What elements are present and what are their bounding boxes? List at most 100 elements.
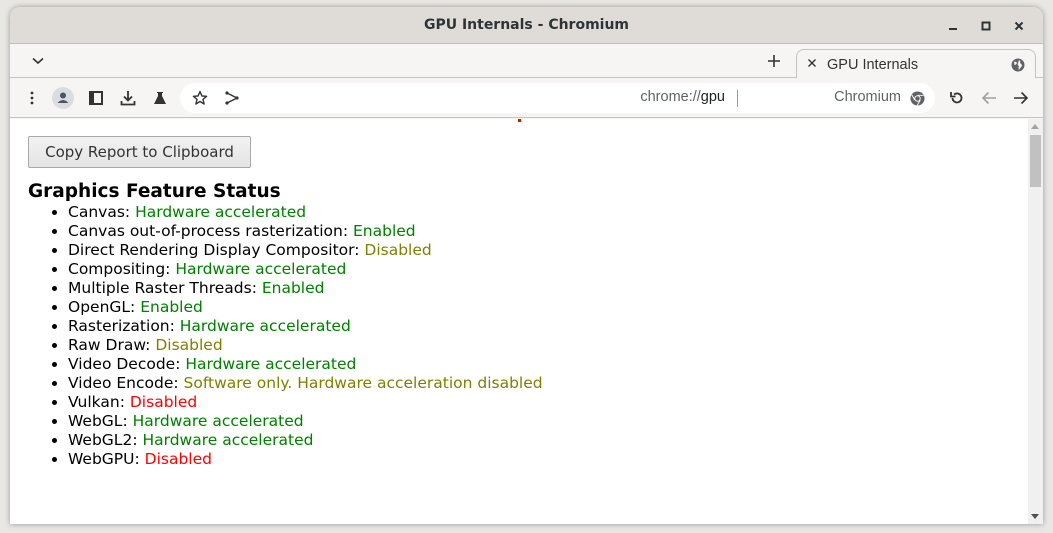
maximize-icon — [981, 21, 990, 30]
tab-strip: GPU Internals — [10, 44, 1043, 79]
feature-name: Compositing — [68, 260, 166, 278]
tab-search-button[interactable] — [26, 49, 50, 73]
feature-status: Disabled — [155, 336, 223, 354]
feature-name: Vulkan — [68, 393, 120, 411]
omnibox-label: Chromium — [834, 89, 901, 105]
back-icon — [981, 91, 996, 105]
feature-item: Video Decode: Hardware accelerated — [68, 355, 543, 374]
close-icon — [808, 59, 816, 67]
browser-window: GPU Internals - Chromium GPU Internals c… — [10, 7, 1043, 524]
profile-icon — [52, 87, 74, 109]
minimize-icon — [948, 27, 957, 30]
vertical-scrollbar[interactable] — [1028, 119, 1043, 524]
feature-name: Canvas out-of-process rasterization — [68, 222, 343, 240]
feature-name: OpenGL — [68, 298, 131, 316]
feature-separator: : — [119, 393, 130, 411]
feature-item: Video Encode: Software only. Hardware ac… — [68, 374, 543, 393]
feature-separator: : — [124, 203, 136, 221]
minimize-button[interactable] — [936, 14, 969, 38]
feature-separator: : — [122, 412, 133, 430]
plus-icon — [768, 55, 780, 67]
feature-separator: : — [130, 298, 141, 316]
labs-button[interactable] — [148, 86, 172, 110]
url-host: gpu — [700, 89, 725, 105]
feature-name: Canvas — [68, 203, 125, 221]
forward-icon — [1014, 91, 1029, 105]
url-scheme: chrome:// — [640, 89, 701, 105]
feature-status: Enabled — [352, 222, 416, 240]
page-content: Copy Report to Clipboard Graphics Featur… — [10, 119, 1043, 524]
feature-item: WebGPU: Disabled — [68, 450, 543, 469]
labs-flask-icon — [154, 92, 166, 104]
feature-name: Direct Rendering Display Compositor — [68, 241, 355, 259]
feature-separator: : — [134, 450, 145, 468]
menu-dots-icon — [30, 91, 34, 105]
feature-name: Multiple Raster Threads — [68, 279, 252, 297]
feature-separator: : — [169, 317, 180, 335]
forward-button[interactable] — [1009, 86, 1033, 110]
feature-item: Compositing: Hardware accelerated — [68, 260, 543, 279]
chevron-down-icon — [32, 57, 44, 65]
downloads-button[interactable] — [116, 86, 140, 110]
url-text[interactable]: chrome://gpu — [640, 89, 725, 105]
feature-status: Hardware accelerated — [179, 317, 351, 335]
feature-status: Disabled — [364, 241, 432, 259]
copy-report-button[interactable]: Copy Report to Clipboard — [28, 136, 251, 168]
tab-close-button[interactable] — [807, 57, 821, 72]
feature-status: Enabled — [140, 298, 203, 316]
new-tab-button[interactable] — [762, 49, 786, 73]
omnibox[interactable]: chrome://gpu Chromium — [180, 83, 935, 113]
title-bar: GPU Internals - Chromium — [10, 7, 1043, 44]
feature-name: Video Encode — [68, 374, 174, 392]
feature-separator: : — [173, 374, 184, 392]
scroll-down-arrow-icon[interactable] — [1031, 514, 1039, 519]
bookmark-button[interactable] — [188, 86, 212, 110]
feature-name: Raw Draw — [68, 336, 146, 354]
feature-separator: : — [132, 431, 143, 449]
feature-separator: : — [145, 336, 156, 354]
feature-item: Raw Draw: Disabled — [68, 336, 543, 355]
close-window-button[interactable] — [1002, 14, 1035, 38]
menu-button[interactable] — [20, 86, 44, 110]
globe-icon — [1011, 58, 1025, 72]
feature-name: WebGPU — [68, 450, 135, 468]
feature-status: Hardware accelerated — [135, 203, 307, 221]
share-icon — [225, 91, 239, 105]
feature-status: Disabled — [129, 393, 198, 411]
reload-icon — [950, 92, 963, 104]
feature-separator: : — [342, 222, 353, 240]
tab-title: GPU Internals — [827, 56, 919, 73]
feature-item: Vulkan: Disabled — [68, 393, 543, 412]
tab-gpu-internals[interactable]: GPU Internals — [796, 49, 1036, 79]
feature-item: Direct Rendering Display Compositor: Dis… — [68, 241, 543, 260]
scroll-up-arrow-icon[interactable] — [1031, 124, 1039, 129]
feature-separator: : — [175, 355, 186, 373]
reload-button[interactable] — [945, 86, 969, 110]
side-panel-icon — [89, 91, 103, 105]
feature-name: Video Decode — [68, 355, 176, 373]
feature-name: Rasterization — [68, 317, 170, 335]
close-icon — [1014, 21, 1023, 30]
feature-status: Hardware accelerated — [175, 260, 347, 278]
scroll-marker — [518, 119, 521, 122]
bookmark-star-icon — [192, 90, 208, 105]
maximize-button[interactable] — [969, 14, 1002, 38]
side-panel-button[interactable] — [84, 86, 108, 110]
download-icon — [120, 91, 136, 106]
toolbar: chrome://gpu Chromium — [10, 78, 1043, 118]
feature-status: Hardware accelerated — [142, 431, 314, 449]
window-controls — [936, 7, 1035, 44]
feature-status-list: Canvas: Hardware acceleratedCanvas out-o… — [28, 203, 543, 469]
feature-item: Canvas: Hardware accelerated — [68, 203, 543, 222]
feature-status: Hardware accelerated — [185, 355, 357, 373]
feature-item: Rasterization: Hardware accelerated — [68, 317, 543, 336]
share-button[interactable] — [220, 86, 244, 110]
feature-status: Hardware accelerated — [132, 412, 304, 430]
feature-status: Enabled — [261, 279, 325, 297]
back-button[interactable] — [977, 86, 1001, 110]
scrollbar-thumb[interactable] — [1030, 135, 1041, 187]
feature-separator: : — [251, 279, 262, 297]
feature-separator: : — [165, 260, 176, 278]
profile-button[interactable] — [51, 86, 75, 110]
feature-name: WebGL2 — [68, 431, 133, 449]
